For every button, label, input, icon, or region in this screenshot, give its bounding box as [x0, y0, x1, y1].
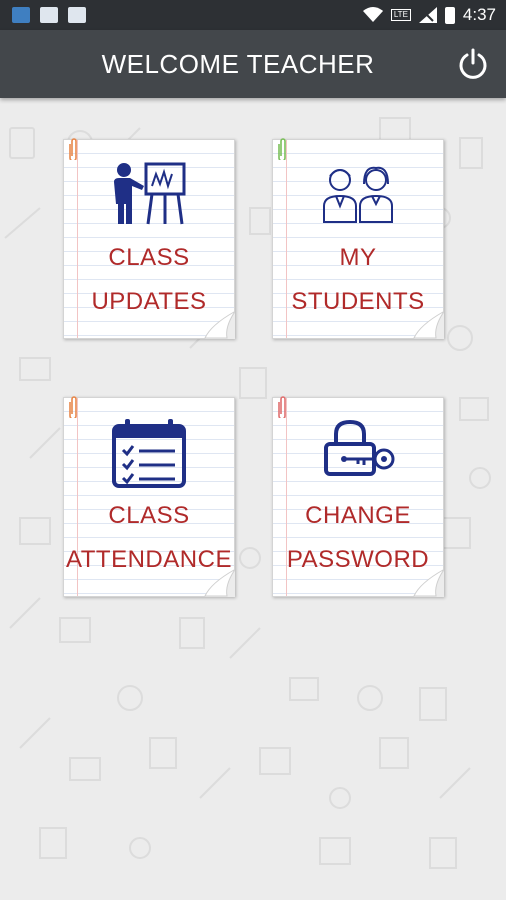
page-curl — [204, 569, 235, 597]
paper-clip-icon — [278, 396, 286, 418]
logout-button[interactable] — [456, 47, 490, 81]
status-bar: LTE 4:37 — [0, 0, 506, 30]
change-password-card[interactable]: CHANGE PASSWORD — [272, 396, 444, 597]
network-type-label: LTE — [390, 9, 411, 21]
paper-clip-icon — [278, 138, 286, 160]
my-students-card[interactable]: MY STUDENTS — [272, 138, 444, 339]
card-label-line-1: CLASS — [108, 502, 190, 529]
power-icon — [459, 48, 487, 79]
card-label-line-1: CLASS — [108, 244, 190, 271]
app-icon — [12, 7, 30, 23]
page-title: WELCOME TEACHER — [101, 48, 375, 79]
lock-key-icon — [273, 418, 443, 484]
class-updates-card[interactable]: CLASS UPDATES — [63, 138, 235, 339]
page-curl — [413, 569, 444, 597]
app-bar: WELCOME TEACHER — [0, 30, 506, 98]
image-icon — [40, 7, 58, 23]
paper-clip-icon — [69, 396, 77, 418]
page-curl — [413, 311, 444, 339]
paper-clip-icon — [69, 138, 77, 160]
students-icon — [273, 160, 443, 226]
wifi-icon — [362, 7, 383, 22]
card-label-line-1: CHANGE — [305, 502, 411, 529]
calendar-checklist-icon — [64, 418, 234, 488]
status-bar-right: LTE 4:37 — [362, 5, 496, 25]
activity-icon — [68, 7, 86, 23]
class-attendance-card[interactable]: CLASS ATTENDANCE — [63, 396, 235, 597]
teacher-board-icon — [64, 160, 234, 226]
status-bar-left — [12, 7, 86, 23]
page-curl — [204, 311, 235, 339]
status-time: 4:37 — [462, 5, 496, 24]
signal-icon — [418, 7, 437, 23]
battery-icon — [444, 6, 455, 24]
card-label-line-1: MY — [339, 244, 377, 271]
